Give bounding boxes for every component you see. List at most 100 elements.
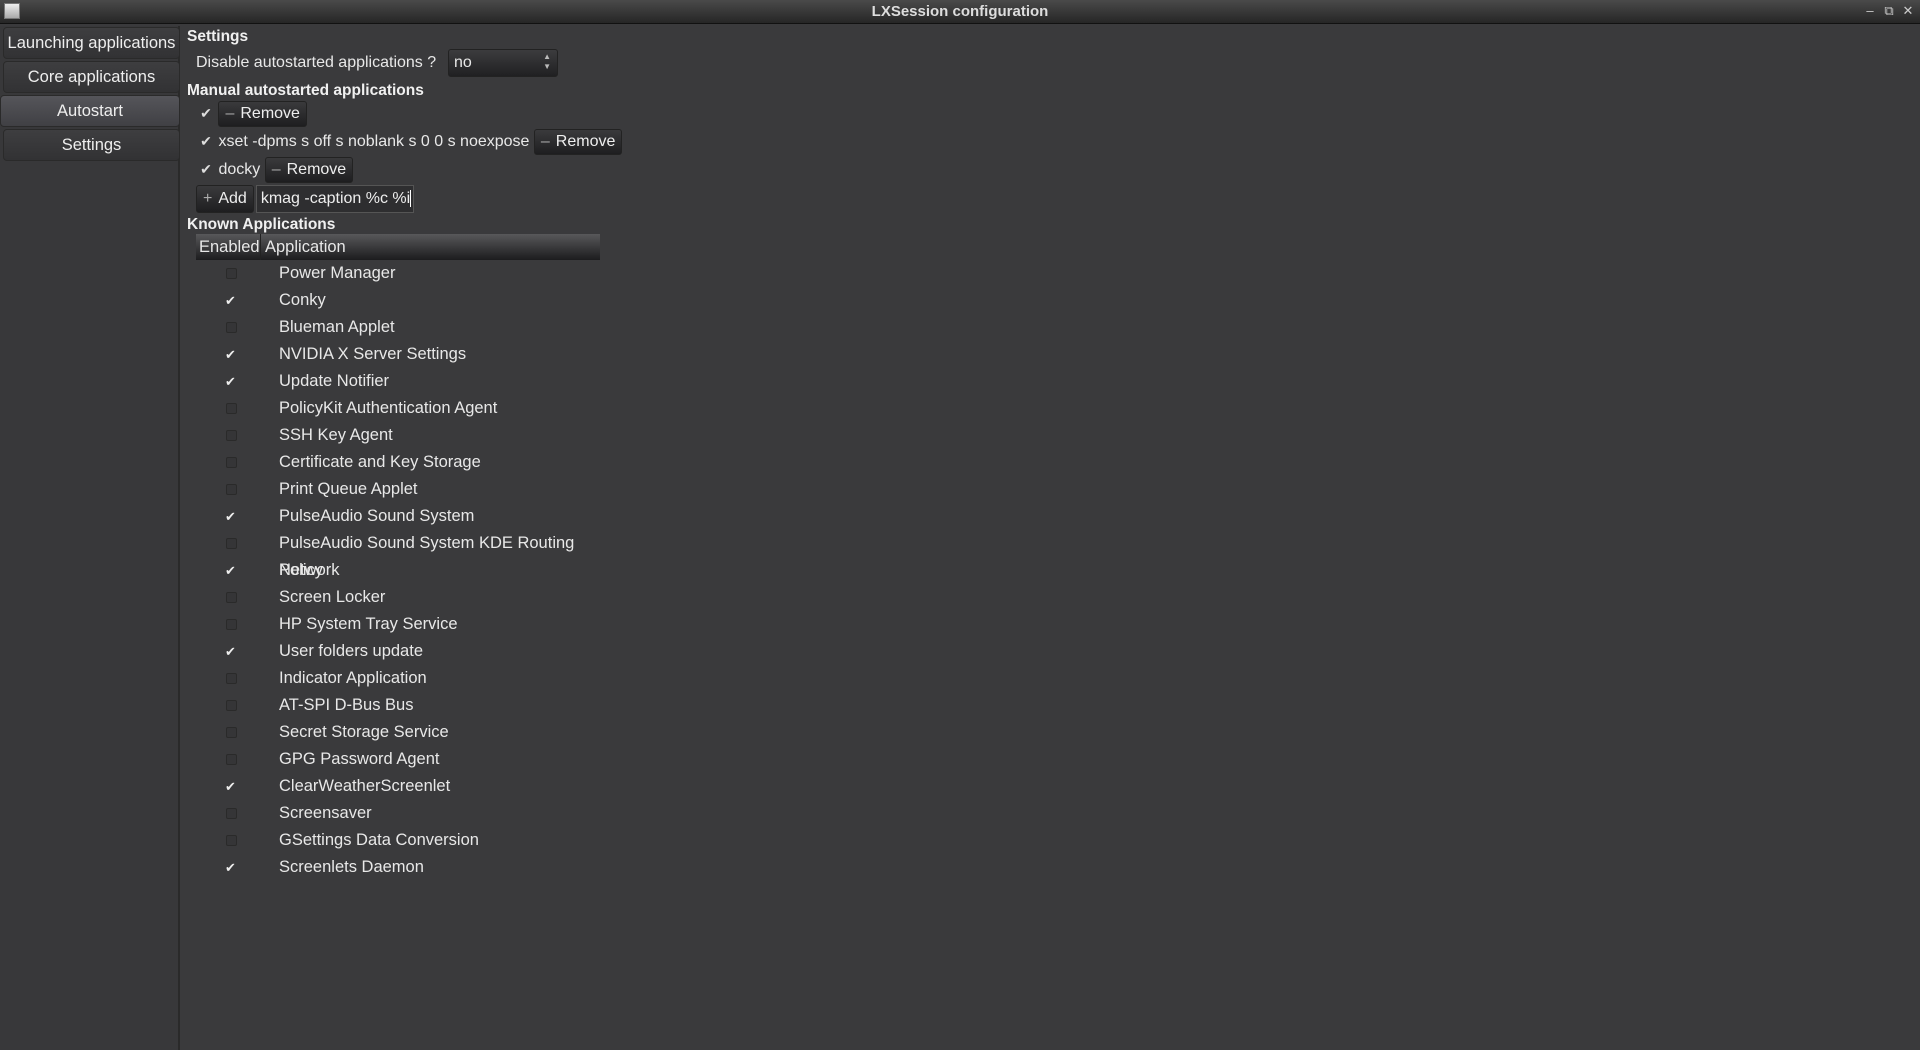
remove-button[interactable]: – Remove <box>218 101 307 127</box>
column-enabled[interactable]: Enabled <box>199 234 260 260</box>
known-app-row[interactable]: Secret Storage Service <box>196 719 600 746</box>
text-cursor <box>410 190 412 208</box>
known-app-row[interactable]: Screensaver <box>196 800 600 827</box>
enabled-checkbox[interactable] <box>226 835 237 846</box>
close-button[interactable]: ✕ <box>1899 3 1917 19</box>
known-app-name: Blueman Applet <box>279 318 395 336</box>
known-app-row[interactable]: PolicyKit Authentication Agent <box>196 395 600 422</box>
known-app-row[interactable]: ✔ ClearWeatherScreenlet <box>196 773 600 800</box>
known-app-name: Indicator Application <box>279 669 427 687</box>
sidebar-item-settings[interactable]: Settings <box>3 129 180 161</box>
known-app-name: Certificate and Key Storage <box>279 453 481 471</box>
known-app-row[interactable]: Screen Locker <box>196 584 600 611</box>
known-app-row[interactable]: HP System Tray Service <box>196 611 600 638</box>
remove-button[interactable]: – Remove <box>533 129 623 155</box>
enabled-checkbox[interactable]: ✔ <box>225 557 236 584</box>
enabled-checkbox[interactable]: ✔ <box>225 368 236 395</box>
known-app-name: Secret Storage Service <box>279 723 449 741</box>
column-application[interactable]: Application <box>265 234 346 260</box>
sidebar-item-autostart[interactable]: Autostart <box>0 95 180 127</box>
enabled-checkbox[interactable] <box>226 808 237 819</box>
known-app-name: SSH Key Agent <box>279 426 393 444</box>
known-app-row[interactable]: GSettings Data Conversion <box>196 827 600 854</box>
known-heading: Known Applications <box>187 216 336 233</box>
manual-item-checkbox[interactable]: ✔ <box>198 133 214 150</box>
add-button[interactable]: + Add <box>196 185 254 213</box>
known-app-name: Screen Locker <box>279 588 386 606</box>
known-app-name: Network <box>279 561 340 579</box>
known-app-row[interactable]: Certificate and Key Storage <box>196 449 600 476</box>
remove-label: Remove <box>240 105 300 122</box>
known-app-name: Power Manager <box>279 264 396 282</box>
enabled-checkbox[interactable]: ✔ <box>225 503 236 530</box>
spin-arrows-icon: ▲ ▼ <box>543 52 551 71</box>
known-app-row[interactable]: Blueman Applet <box>196 314 600 341</box>
add-command-value: kmag -caption %c %i <box>260 190 411 207</box>
sidebar-item-launching-applications[interactable]: Launching applications <box>3 27 180 59</box>
add-command-input[interactable]: kmag -caption %c %i <box>255 185 414 213</box>
enabled-checkbox[interactable]: ✔ <box>225 287 236 314</box>
manual-item-checkbox[interactable]: ✔ <box>198 161 214 178</box>
known-app-name: Screenlets Daemon <box>279 858 424 876</box>
known-app-row[interactable]: PulseAudio Sound System KDE Routing Poli… <box>196 530 600 579</box>
minimize-button[interactable]: – <box>1861 3 1879 18</box>
enabled-checkbox[interactable]: ✔ <box>225 638 236 665</box>
known-app-row[interactable]: ✔ Update Notifier <box>196 368 600 395</box>
known-app-row[interactable]: ✔ User folders update <box>196 638 600 665</box>
known-app-row[interactable]: AT-SPI D-Bus Bus <box>196 692 600 719</box>
plus-icon: + <box>203 190 213 207</box>
known-app-name: PolicyKit Authentication Agent <box>279 399 498 417</box>
disable-autostart-label: Disable autostarted applications ? <box>196 54 437 71</box>
enabled-checkbox[interactable]: ✔ <box>225 854 236 881</box>
enabled-checkbox[interactable] <box>226 268 237 279</box>
manual-item-checkbox[interactable]: ✔ <box>198 105 214 122</box>
enabled-checkbox[interactable] <box>226 727 237 738</box>
enabled-checkbox[interactable] <box>226 403 237 414</box>
enabled-checkbox[interactable] <box>226 754 237 765</box>
known-app-row[interactable]: ✔ Screenlets Daemon <box>196 854 600 881</box>
window-title: LXSession configuration <box>871 3 1049 20</box>
known-app-row[interactable]: GPG Password Agent <box>196 746 600 773</box>
known-app-row[interactable]: ✔ Conky <box>196 287 600 314</box>
sidebar: Launching applications Core applications… <box>0 26 180 1050</box>
main-panel: Settings Disable autostarted application… <box>186 26 1920 1050</box>
known-app-row[interactable]: SSH Key Agent <box>196 422 600 449</box>
known-app-name: User folders update <box>279 642 423 660</box>
enabled-checkbox[interactable] <box>226 484 237 495</box>
disable-autostart-value: no <box>454 54 472 71</box>
disable-autostart-select[interactable]: no ▲ ▼ <box>448 49 558 77</box>
enabled-checkbox[interactable] <box>226 619 237 630</box>
add-label: Add <box>218 190 247 207</box>
enabled-checkbox[interactable] <box>226 700 237 711</box>
known-app-name: Screensaver <box>279 804 372 822</box>
restore-button[interactable]: ⧉ <box>1880 3 1898 19</box>
manual-item-name: docky <box>218 161 261 178</box>
enabled-checkbox[interactable]: ✔ <box>225 341 236 368</box>
enabled-checkbox[interactable] <box>226 592 237 603</box>
known-app-row[interactable]: Power Manager <box>196 260 600 287</box>
manual-heading: Manual autostarted applications <box>187 82 424 99</box>
known-app-name: Print Queue Applet <box>279 480 418 498</box>
manual-item: ✔ – Remove <box>198 101 307 127</box>
known-app-row[interactable]: ✔ NVIDIA X Server Settings <box>196 341 600 368</box>
remove-button[interactable]: – Remove <box>264 157 354 183</box>
remove-label: Remove <box>555 133 616 150</box>
enabled-checkbox[interactable] <box>226 673 237 684</box>
enabled-checkbox[interactable] <box>226 457 237 468</box>
sidebar-item-core-applications[interactable]: Core applications <box>3 61 180 93</box>
known-table-header: Enabled Application <box>196 234 600 260</box>
minus-icon: – <box>225 105 235 122</box>
known-app-name: Update Notifier <box>279 372 390 390</box>
known-app-row[interactable]: ✔ Network <box>196 557 600 584</box>
manual-item: ✔ xset -dpms s off s noblank s 0 0 s noe… <box>198 129 623 155</box>
add-row: + Add kmag -caption %c %i <box>196 185 414 213</box>
enabled-checkbox[interactable] <box>226 322 237 333</box>
enabled-checkbox[interactable] <box>226 538 237 549</box>
enabled-checkbox[interactable]: ✔ <box>225 773 236 800</box>
enabled-checkbox[interactable] <box>226 430 237 441</box>
known-app-row[interactable]: ✔ PulseAudio Sound System <box>196 503 600 530</box>
known-app-row[interactable]: Indicator Application <box>196 665 600 692</box>
manual-item-name: xset -dpms s off s noblank s 0 0 s noexp… <box>218 133 530 150</box>
minus-icon: – <box>271 161 281 178</box>
known-app-row[interactable]: Print Queue Applet <box>196 476 600 503</box>
